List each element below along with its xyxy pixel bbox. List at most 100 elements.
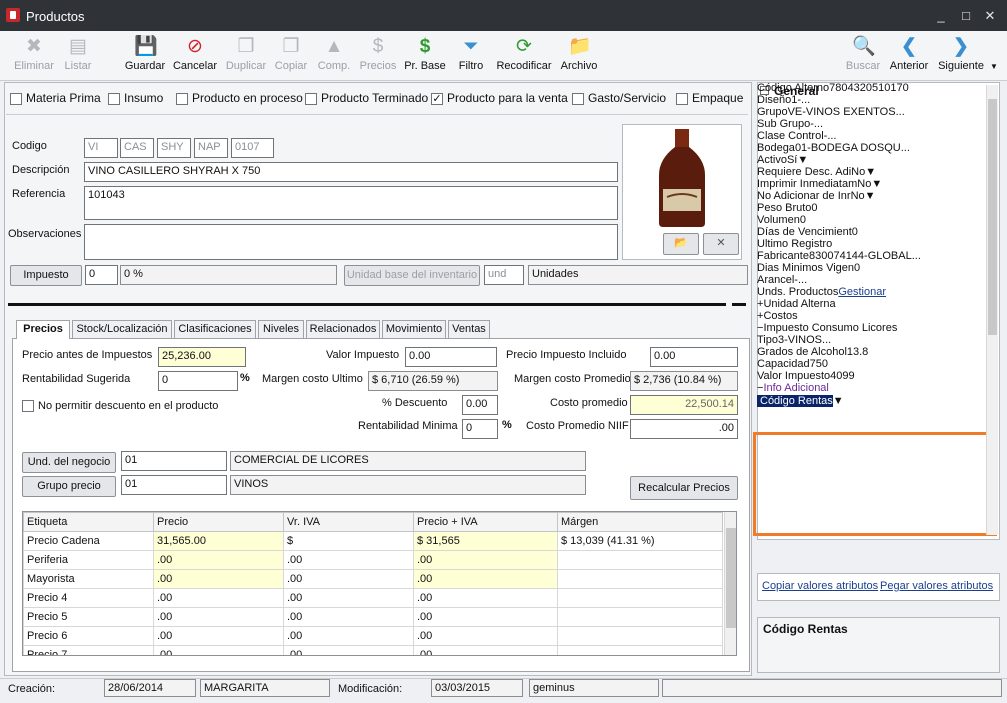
property-row[interactable]: Ultimo Registro <box>757 238 1000 250</box>
table-row[interactable]: Precio 7.00.00.00 <box>23 645 723 655</box>
ellipsis-button[interactable]: ... <box>827 130 836 142</box>
maximize-button[interactable]: □ <box>958 8 974 23</box>
tab-niveles[interactable]: Niveles <box>258 320 304 338</box>
und-negocio-button[interactable]: Und. del negocio <box>22 452 116 473</box>
duplicar-button[interactable]: ❐ Duplicar <box>224 33 268 77</box>
property-row[interactable]: Valor Impuesto4099 <box>757 370 1000 382</box>
tab-movimiento[interactable]: Movimiento <box>382 320 446 338</box>
pr-base-button[interactable]: $ Pr. Base <box>403 33 447 77</box>
property-row[interactable]: Bodega01-BODEGA DOSQU... <box>757 142 1000 154</box>
producto-proceso-checkbox[interactable]: Producto en proceso <box>176 91 303 105</box>
property-row[interactable]: Grados de Alcohol13.8 <box>757 346 1000 358</box>
minimize-button[interactable]: _ <box>933 8 949 23</box>
precios-button[interactable]: $ Precios <box>358 33 398 77</box>
copiar-atributos-link[interactable]: Copiar valores atributos <box>762 580 878 592</box>
ellipsis-button[interactable]: ... <box>814 118 823 130</box>
property-value[interactable]: 01-BODEGA DOSQU <box>795 142 901 154</box>
recodificar-button[interactable]: ⟳ Recodificar <box>495 33 553 77</box>
col-vr-iva[interactable]: Vr. IVA <box>283 512 414 532</box>
codigo-seg-2[interactable]: CAS <box>120 138 154 158</box>
property-value[interactable]: No <box>857 178 871 190</box>
materia-prima-checkbox[interactable]: Materia Prima <box>10 91 101 105</box>
tab-precios[interactable]: Precios <box>16 320 70 339</box>
ellipsis-button[interactable]: ... <box>801 94 810 106</box>
property-scrollbar[interactable] <box>986 85 998 535</box>
delete-image-button[interactable]: ✕ <box>703 233 739 255</box>
table-row[interactable]: Precio Cadena 31,565.00 $ $ 31,565 $ 13,039 … <box>23 531 723 551</box>
empaque-checkbox[interactable]: Empaque <box>676 91 743 105</box>
section-costos[interactable]: +Costos <box>757 310 1000 322</box>
ellipsis-button[interactable]: ... <box>822 334 831 346</box>
col-precio-iva[interactable]: Precio + IVA <box>413 512 558 532</box>
impuesto-code-input[interactable]: 0 <box>85 265 118 285</box>
grupo-precio-button[interactable]: Grupo precio <box>22 476 116 497</box>
open-image-button[interactable]: 📂 <box>663 233 699 255</box>
archivo-button[interactable]: 📁 Archivo <box>558 33 600 77</box>
property-row[interactable]: ActivoSí▼ <box>757 154 1000 166</box>
close-button[interactable]: ✕ <box>982 8 998 24</box>
pegar-atributos-link[interactable]: Pegar valores atributos <box>880 580 993 592</box>
precio-incluido-input[interactable]: 0.00 <box>650 347 738 367</box>
property-value[interactable]: 7804320510170 <box>829 82 909 94</box>
property-value[interactable]: No <box>851 190 865 202</box>
tab-ventas[interactable]: Ventas <box>448 320 490 338</box>
table-row[interactable]: Mayorista .00.00.00 <box>23 569 723 589</box>
comp-button[interactable]: ▲ Comp. <box>316 33 352 77</box>
property-row[interactable]: Arancel-... <box>757 274 1000 286</box>
listar-button[interactable]: ▤ Listar <box>60 33 96 77</box>
ellipsis-button[interactable]: ... <box>912 250 921 262</box>
property-value[interactable]: Sí <box>787 154 797 166</box>
property-value[interactable]: 1- <box>791 94 801 106</box>
pct-descuento-input[interactable]: 0.00 <box>462 395 498 415</box>
property-value[interactable]: 0 <box>811 202 817 214</box>
recalcular-button[interactable]: Recalcular Precios <box>630 476 738 500</box>
property-value[interactable]: 0 <box>852 226 858 238</box>
codigo-seg-5[interactable]: 0107 <box>231 138 274 158</box>
precio-antes-input[interactable]: 25,236.00 <box>158 347 246 367</box>
property-row[interactable]: Imprimir InmediatamNo▼ <box>757 178 1000 190</box>
anterior-button[interactable]: ❮ Anterior <box>887 33 931 77</box>
table-row[interactable]: Periferia .00.00.00 <box>23 550 723 570</box>
codigo-seg-4[interactable]: NAP <box>194 138 228 158</box>
tab-relacionados[interactable]: Relacionados <box>306 320 380 338</box>
property-row[interactable]: Dias Minimos Vigen0 <box>757 262 1000 274</box>
property-row[interactable]: Sub Grupo-... <box>757 118 1000 130</box>
valor-impuesto-input[interactable]: 0.00 <box>405 347 497 367</box>
property-row[interactable]: Fabricante830074144-GLOBAL... <box>757 250 1000 262</box>
table-row[interactable]: Precio 4.00.00.00 <box>23 588 723 608</box>
no-descuento-checkbox[interactable]: No permitir descuento en el producto <box>22 400 218 413</box>
grid-scrollbar[interactable] <box>724 512 736 655</box>
filtro-button[interactable]: ⏷ Filtro <box>454 33 488 77</box>
unidad-base-button[interactable]: Unidad base del inventario <box>344 265 480 286</box>
dropdown-arrow-icon[interactable]: ▼ <box>797 154 808 166</box>
buscar-button[interactable]: 🔍 Buscar <box>844 33 882 77</box>
grupo-precio-code[interactable]: 01 <box>121 475 227 495</box>
property-value[interactable]: 3-VINOS <box>778 334 822 346</box>
table-row[interactable]: Precio 6.00.00.00 <box>23 626 723 646</box>
insumo-checkbox[interactable]: Insumo <box>108 91 163 105</box>
cancelar-button[interactable]: ⊘ Cancelar <box>172 33 218 77</box>
tab-stock[interactable]: Stock/Localización <box>72 320 172 338</box>
property-row[interactable]: Clase Control-... <box>757 130 1000 142</box>
property-row[interactable]: Unds. ProductosGestionar <box>757 286 1000 298</box>
section-info-adicional[interactable]: −Info Adicional <box>757 382 1000 394</box>
splitter-bar[interactable] <box>8 303 726 306</box>
eliminar-button[interactable]: ✖ Eliminar <box>12 33 56 77</box>
property-row[interactable]: Tipo3-VINOS... <box>757 334 1000 346</box>
property-value[interactable]: 0 <box>800 214 806 226</box>
producto-venta-checkbox[interactable]: ✓ Producto para la venta <box>431 91 568 105</box>
codigo-rentas-selected[interactable]: Código Rentas <box>757 395 833 407</box>
dropdown-arrow-icon[interactable]: ▼ <box>865 166 876 178</box>
descripcion-input[interactable]: VINO CASILLERO SHYRAH X 750 <box>84 162 618 182</box>
property-value[interactable]: 750 <box>810 358 828 370</box>
property-scroll-thumb[interactable] <box>988 99 997 335</box>
property-row[interactable]: Peso Bruto0 <box>757 202 1000 214</box>
rent-minima-input[interactable]: 0 <box>462 419 498 439</box>
unidad-base-code[interactable]: und <box>484 265 524 285</box>
section-unidad-alterna[interactable]: +Unidad Alterna <box>757 298 1000 310</box>
property-value[interactable]: 830074144-GLOBAL <box>809 250 912 262</box>
ellipsis-button[interactable]: ... <box>901 142 910 154</box>
und-negocio-code[interactable]: 01 <box>121 451 227 471</box>
property-row[interactable]: Diseño1-... <box>757 94 1000 106</box>
grid-scroll-thumb[interactable] <box>726 528 736 628</box>
